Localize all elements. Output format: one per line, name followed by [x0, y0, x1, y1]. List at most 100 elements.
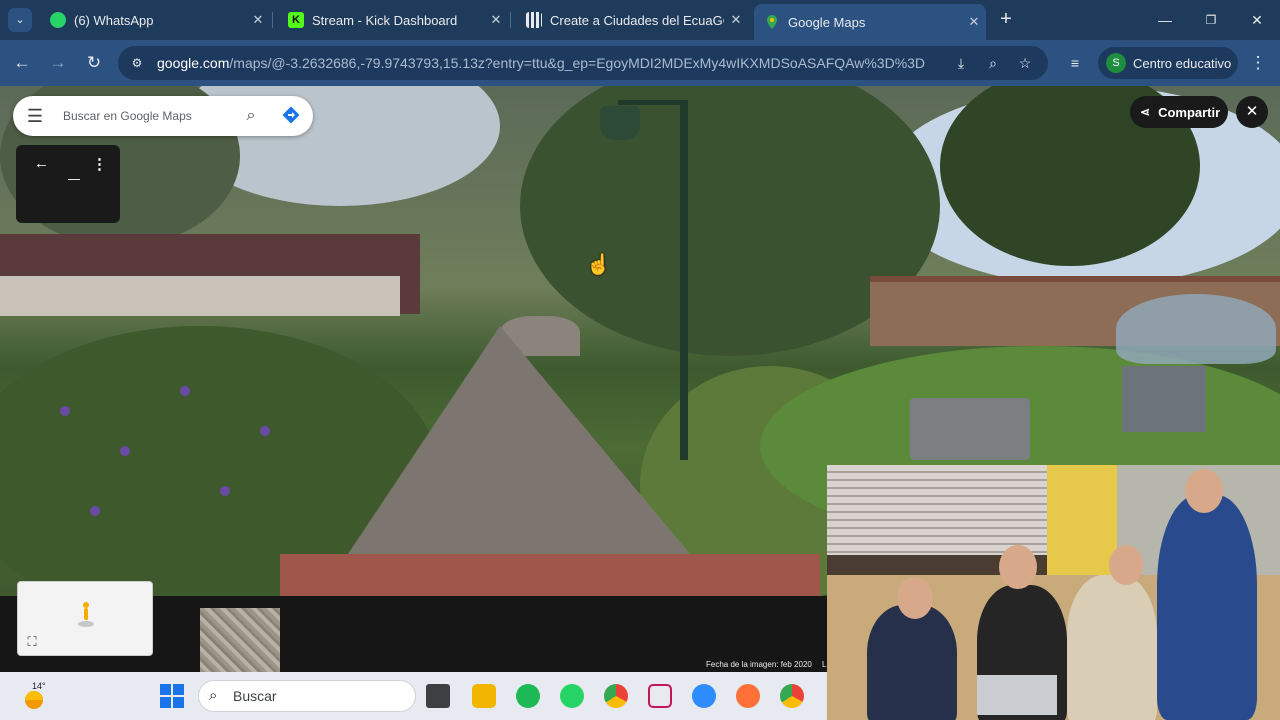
- kick-icon: K: [288, 12, 304, 28]
- back-arrow-icon[interactable]: ←: [34, 155, 49, 172]
- back-icon[interactable]: ←: [9, 50, 35, 76]
- folder-icon[interactable]: [472, 684, 496, 708]
- new-tab-button[interactable]: +: [994, 8, 1018, 32]
- share-button[interactable]: ⋖ Compartir: [1130, 96, 1228, 128]
- file-explorer-icon[interactable]: [426, 684, 450, 708]
- statue-pedestal: [1122, 366, 1206, 432]
- tab-strip: ⌄ (6) WhatsApp ✕ K Stream - Kick Dashboa…: [0, 0, 1280, 40]
- flower: [60, 406, 70, 416]
- expand-map-icon[interactable]: ⛶: [24, 634, 40, 650]
- start-logo-tile: [160, 697, 171, 708]
- stone-bench: [910, 398, 1030, 460]
- lamp-arm: [618, 100, 688, 105]
- building-left-wall: [0, 276, 400, 316]
- tab-title: Google Maps: [788, 14, 866, 30]
- bookmark-star-icon[interactable]: ☆: [1015, 53, 1035, 73]
- chrome-profile-icon[interactable]: [780, 684, 804, 708]
- person-head: [999, 545, 1037, 589]
- tab-search-button[interactable]: ⌄: [8, 8, 32, 32]
- pegman-icon[interactable]: [78, 600, 94, 628]
- tab-divider: [510, 12, 511, 28]
- image-date-suffix: L: [822, 660, 827, 669]
- temperature: 14°: [32, 681, 46, 691]
- maps-search-box[interactable]: ☰ ⌕: [13, 96, 313, 136]
- person-head: [1109, 545, 1143, 585]
- directions-icon[interactable]: [281, 105, 301, 125]
- share-icon: ⋖: [1140, 105, 1151, 119]
- start-logo-tile: [160, 684, 171, 695]
- maps-pin-icon: [764, 14, 780, 30]
- window-close-icon[interactable]: ✕: [1242, 6, 1272, 34]
- person-head: [897, 577, 933, 619]
- hamburger-menu-icon[interactable]: ☰: [25, 106, 45, 126]
- person-head: [1185, 469, 1223, 513]
- image-date: Fecha de la imagen: feb 2020: [706, 660, 812, 669]
- spotify-icon[interactable]: [516, 684, 540, 708]
- person-standing: [1157, 495, 1257, 720]
- address-bar[interactable]: ⚙ google.com/maps/@-3.2632686,-79.974379…: [118, 46, 1048, 80]
- windows-taskbar: 14° ⌕: [0, 672, 827, 720]
- maps-search-input[interactable]: [63, 96, 243, 136]
- menu-kebab-icon[interactable]: ⋮: [1245, 50, 1271, 76]
- tab-ciudades[interactable]: Create a Ciudades del EcuaGOE ✕: [516, 4, 748, 36]
- tab-title: Create a Ciudades del EcuaGOE: [550, 12, 724, 28]
- search-icon[interactable]: ⌕: [241, 106, 261, 126]
- street-lamp-head: [600, 106, 640, 140]
- street-view-info-card: ← ⋮: [16, 145, 120, 223]
- flower: [180, 386, 190, 396]
- taskbar-search-input[interactable]: [233, 681, 403, 711]
- minimize-icon[interactable]: —: [1150, 6, 1180, 34]
- firefox-icon[interactable]: [736, 684, 760, 708]
- search-icon: ⌕: [209, 687, 218, 704]
- reload-icon[interactable]: ↻: [81, 50, 107, 76]
- close-icon[interactable]: ✕: [484, 12, 508, 28]
- brick-path-edge: [280, 554, 820, 596]
- media-controls-icon[interactable]: ≡: [1062, 50, 1088, 76]
- url-text[interactable]: google.com/maps/@-3.2632686,-79.9743793,…: [157, 55, 925, 71]
- site-info-icon[interactable]: ⚙: [128, 54, 146, 72]
- tab-title: (6) WhatsApp: [74, 12, 154, 28]
- tab-title: Stream - Kick Dashboard: [312, 12, 458, 28]
- profile-label: Centro educativo: [1133, 55, 1232, 71]
- close-icon[interactable]: ✕: [962, 14, 986, 30]
- webcam-overlay: [827, 465, 1280, 720]
- dashboard-icon: [526, 12, 542, 28]
- close-icon[interactable]: ✕: [246, 12, 270, 28]
- more-options-icon[interactable]: ⋮: [92, 155, 107, 173]
- tab-whatsapp[interactable]: (6) WhatsApp ✕: [40, 4, 270, 36]
- chrome-icon[interactable]: [604, 684, 628, 708]
- url-path: /maps/@-3.2632686,-79.9743793,15.13z?ent…: [229, 55, 926, 71]
- install-app-icon[interactable]: ⤓: [951, 53, 971, 73]
- close-street-view-button[interactable]: ✕: [1236, 96, 1268, 128]
- tab-google-maps[interactable]: Google Maps ✕: [754, 4, 986, 40]
- window-blind: [827, 465, 1047, 555]
- yellow-wall: [1047, 465, 1117, 585]
- start-logo-tile: [173, 697, 184, 708]
- person: [867, 605, 957, 720]
- laptop: [977, 675, 1057, 715]
- street-lamp-post: [680, 100, 688, 460]
- whatsapp-icon: [50, 12, 66, 28]
- flower: [220, 486, 230, 496]
- snipping-tool-icon[interactable]: [648, 684, 672, 708]
- zoom-icon[interactable]: [692, 684, 716, 708]
- profile-button[interactable]: S Centro educativo: [1098, 47, 1238, 79]
- loading-placeholder: [68, 179, 80, 180]
- photo-thumbnail[interactable]: [200, 608, 280, 672]
- zoom-icon[interactable]: ⌕: [983, 53, 1003, 73]
- taskbar-search[interactable]: ⌕: [198, 680, 416, 712]
- start-logo-tile: [173, 684, 184, 695]
- statue-figure: [1116, 294, 1276, 364]
- url-host: google.com: [157, 55, 230, 71]
- tab-kick-dashboard[interactable]: K Stream - Kick Dashboard ✕: [278, 4, 508, 36]
- mini-map[interactable]: ⛶: [17, 581, 153, 656]
- start-button[interactable]: [160, 684, 184, 708]
- forward-icon[interactable]: →: [45, 50, 71, 76]
- tab-divider: [272, 12, 273, 28]
- restore-icon[interactable]: ❐: [1196, 6, 1226, 34]
- close-icon[interactable]: ✕: [724, 12, 748, 28]
- whatsapp-icon[interactable]: [560, 684, 584, 708]
- browser-toolbar: ← → ↻ ⚙ google.com/maps/@-3.2632686,-79.…: [0, 40, 1280, 86]
- person: [1067, 575, 1157, 720]
- hand-cursor-icon: ☝: [586, 254, 611, 276]
